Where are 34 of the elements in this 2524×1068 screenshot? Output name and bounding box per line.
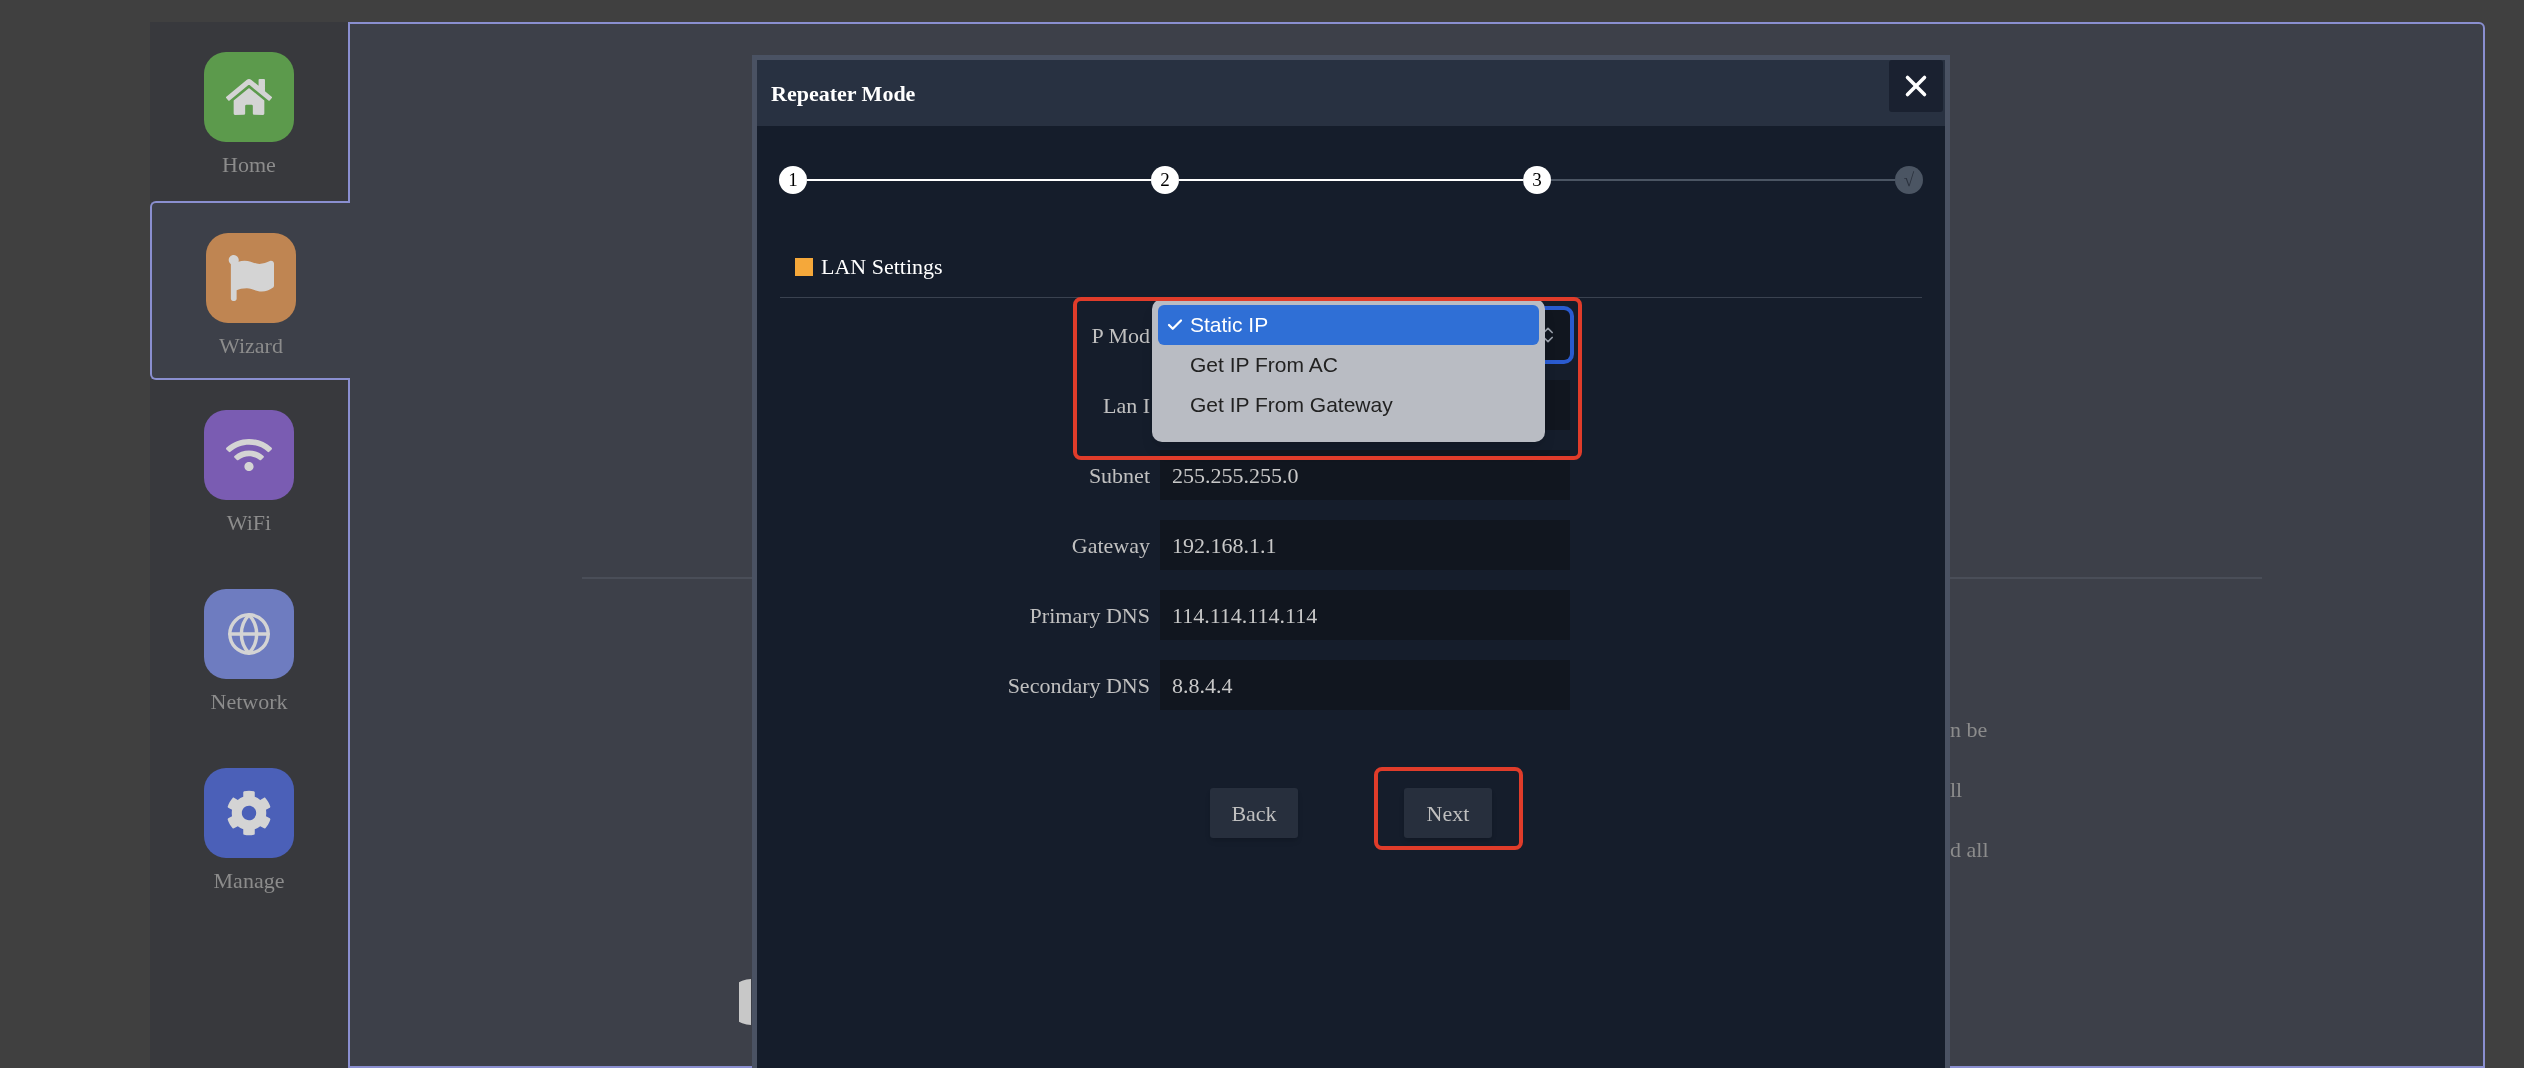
field-label: Secondary DNS xyxy=(1006,671,1150,700)
field-label: Primary DNS xyxy=(1028,601,1150,630)
sidebar-label: Manage xyxy=(213,867,285,895)
dropdown-option[interactable]: Get IP From AC xyxy=(1158,345,1539,385)
close-button[interactable] xyxy=(1889,60,1943,112)
text-fragment: n be xyxy=(1950,719,1989,741)
section-title: LAN Settings xyxy=(821,253,943,281)
square-icon xyxy=(795,257,813,276)
field-label: P Mod xyxy=(1090,321,1150,350)
sidebar-label: WiFi xyxy=(226,509,272,537)
field-label: Gateway xyxy=(1070,531,1150,560)
text-fragment: d all xyxy=(1950,839,1990,861)
dialog-title: Repeater Mode xyxy=(771,79,916,108)
gear-icon xyxy=(226,790,272,836)
sidebar-label: Network xyxy=(210,688,288,716)
nav-button[interactable]: Next xyxy=(1404,788,1492,838)
step-marker: 3 xyxy=(1523,166,1551,194)
field-label: Lan I xyxy=(1101,391,1150,420)
input-field[interactable]: 255.255.255.0 xyxy=(1160,450,1570,500)
sidebar-label: Wizard xyxy=(219,332,283,360)
nav-button[interactable]: Back xyxy=(1210,788,1298,838)
step-marker: 2 xyxy=(1151,166,1179,194)
field-label: Subnet xyxy=(1087,461,1150,490)
input-field[interactable]: 114.114.114.114 xyxy=(1160,590,1570,640)
input-field[interactable]: 192.168.1.1 xyxy=(1160,520,1570,570)
step-marker: √ xyxy=(1895,166,1923,194)
flag-icon xyxy=(228,255,274,301)
text-fragment: ll xyxy=(1950,779,1964,801)
globe-icon xyxy=(226,611,272,657)
dropdown-option[interactable]: Static IP xyxy=(1158,305,1539,345)
input-field[interactable]: 8.8.4.4 xyxy=(1160,660,1570,710)
dropdown-option[interactable]: Get IP From Gateway xyxy=(1158,385,1539,425)
sidebar-label: Home xyxy=(222,151,276,179)
step-marker: 1 xyxy=(779,166,807,194)
